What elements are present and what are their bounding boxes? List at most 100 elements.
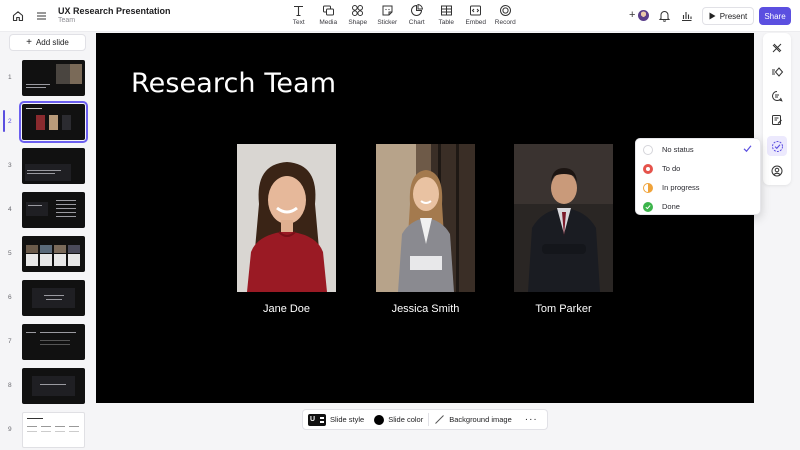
slide-thumbnail-6[interactable]: 6: [0, 278, 92, 318]
slide-number: 4: [8, 206, 12, 213]
top-bar: UX Research Presentation Team Text Media…: [0, 0, 800, 32]
in-progress-dot-icon: [643, 182, 653, 193]
slide-style-label: Slide style: [330, 415, 365, 424]
status-label: In progress: [662, 183, 700, 192]
slide-thumbnail-7[interactable]: 7: [0, 322, 92, 362]
media-tool-label: Media: [319, 19, 338, 26]
status-button[interactable]: [767, 136, 787, 156]
slide-thumbnail-8[interactable]: 8: [0, 366, 92, 406]
slide-preview: [22, 148, 85, 184]
slide-thumbnail-9[interactable]: 9: [0, 410, 92, 450]
home-icon[interactable]: [10, 8, 26, 24]
table-tool-label: Table: [438, 19, 455, 26]
status-option-no-status[interactable]: No status: [636, 140, 762, 159]
text-icon: [294, 5, 304, 17]
comment-icon: [772, 91, 783, 102]
insert-toolbar: Text Media Shape Sticker Chart Table Emb…: [284, 4, 520, 30]
member-photo[interactable]: [514, 144, 613, 292]
text-tool-button[interactable]: Text: [284, 4, 314, 30]
media-icon: [322, 5, 334, 16]
background-image-label: Background image: [449, 415, 512, 424]
record-tool-button[interactable]: Record: [491, 4, 521, 30]
background-image-icon: [435, 415, 445, 424]
slide-color-label: Slide color: [388, 415, 424, 424]
member-photo[interactable]: [376, 144, 475, 292]
member-name[interactable]: Jessica Smith: [356, 303, 495, 315]
notes-button[interactable]: [767, 110, 787, 130]
plus-icon: +: [26, 36, 32, 48]
user-icon: [771, 165, 783, 177]
table-icon: [440, 5, 452, 16]
more-options-button[interactable]: ···: [517, 410, 546, 429]
presentation-title[interactable]: UX Research Presentation: [58, 6, 171, 16]
slide-style-button[interactable]: U Slide style: [303, 410, 369, 429]
slide-preview: [19, 101, 88, 143]
sticker-tool-button[interactable]: Sticker: [373, 4, 403, 30]
avatar[interactable]: [637, 9, 650, 22]
status-label: Done: [662, 202, 680, 211]
design-tools-button[interactable]: [767, 38, 787, 58]
background-image-button[interactable]: Background image: [429, 410, 517, 429]
status-option-in-progress[interactable]: In progress: [636, 178, 762, 197]
slide-thumbnail-2[interactable]: 2: [0, 101, 92, 143]
slide-color-button[interactable]: Slide color: [369, 410, 428, 429]
play-icon: [709, 12, 716, 20]
notifications-bell-icon[interactable]: [658, 9, 671, 22]
embed-tool-label: Embed: [465, 19, 487, 26]
share-button[interactable]: Share: [759, 7, 791, 25]
analytics-icon[interactable]: [680, 9, 693, 22]
slide-color-swatch-icon: [374, 414, 385, 425]
slide-number: 9: [8, 426, 12, 433]
chart-tool-label: Chart: [408, 19, 425, 26]
slide-number: 7: [8, 338, 12, 345]
chart-tool-button[interactable]: Chart: [402, 4, 432, 30]
media-tool-button[interactable]: Media: [314, 4, 344, 30]
team-member-card[interactable]: Jessica Smith: [376, 144, 475, 315]
animation-button[interactable]: [767, 62, 787, 82]
slide-preview: [22, 236, 85, 272]
collaborators[interactable]: +: [629, 8, 651, 24]
add-slide-button[interactable]: + Add slide: [9, 34, 86, 51]
slide-preview: [22, 412, 85, 448]
team-member-card[interactable]: Tom Parker: [514, 144, 613, 315]
profile-button[interactable]: [767, 161, 787, 181]
record-tool-label: Record: [494, 19, 516, 26]
done-check-icon: [643, 201, 653, 212]
slide-thumbnail-5[interactable]: 5: [0, 234, 92, 274]
shape-tool-button[interactable]: Shape: [343, 4, 373, 30]
slide-title[interactable]: Research Team: [131, 68, 336, 99]
status-dropdown: No status To do In progress Done: [635, 138, 761, 215]
status-option-to-do[interactable]: To do: [636, 159, 762, 178]
embed-icon: [470, 5, 482, 16]
chart-icon: [411, 4, 424, 16]
status-option-done[interactable]: Done: [636, 197, 762, 216]
add-slide-label: Add slide: [35, 38, 69, 47]
status-label: No status: [662, 145, 694, 154]
slide-thumbnail-4[interactable]: 4: [0, 190, 92, 230]
add-collaborator-icon[interactable]: +: [629, 10, 635, 21]
slide-thumbnail-3[interactable]: 3: [0, 146, 92, 186]
slide-canvas[interactable]: Research Team Jane Doe Jessica Smith Tom…: [96, 33, 754, 403]
table-tool-button[interactable]: Table: [432, 4, 462, 30]
to-do-dot-icon: [643, 163, 653, 174]
member-name[interactable]: Jane Doe: [217, 303, 356, 315]
shape-tool-label: Shape: [348, 19, 368, 26]
checkmark-icon: [743, 145, 752, 153]
embed-tool-button[interactable]: Embed: [461, 4, 491, 30]
slide-preview: [22, 324, 85, 360]
sticker-icon: [382, 5, 393, 16]
member-name[interactable]: Tom Parker: [494, 303, 633, 315]
present-button[interactable]: Present: [702, 7, 754, 25]
member-photo[interactable]: [237, 144, 336, 292]
notes-icon: [772, 115, 782, 125]
present-label: Present: [719, 11, 748, 21]
right-tool-rail: [763, 33, 791, 185]
comments-button[interactable]: [767, 86, 787, 106]
slide-thumbnail-1[interactable]: 1: [0, 58, 92, 98]
slide-options-bar: U Slide style Slide color Background ima…: [302, 409, 548, 430]
menu-icon[interactable]: [33, 8, 49, 24]
slide-number: 8: [8, 382, 12, 389]
presentation-subtitle: Team: [58, 17, 76, 24]
team-member-card[interactable]: Jane Doe: [237, 144, 336, 315]
slide-preview: [22, 368, 85, 404]
